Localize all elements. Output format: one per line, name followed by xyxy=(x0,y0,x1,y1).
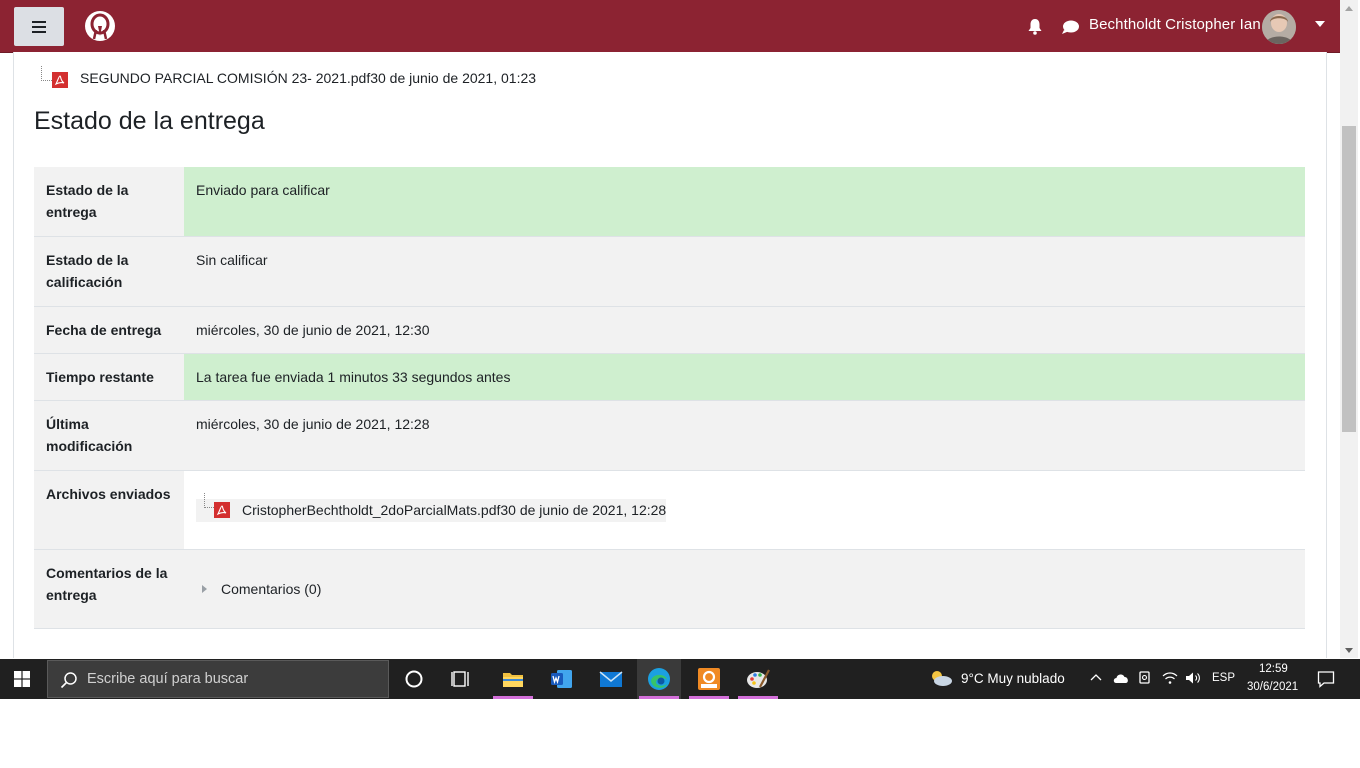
row-label: Estado de la entrega xyxy=(34,167,184,237)
comments-link[interactable]: Comentarios (0) xyxy=(221,578,321,600)
edge-icon[interactable] xyxy=(637,659,681,699)
language-indicator[interactable]: ESP xyxy=(1212,672,1235,684)
row-label: Comentarios de la entrega xyxy=(34,549,184,629)
submitted-file[interactable]: CristopherBechtholdt_2doParcialMats.pdf3… xyxy=(196,493,667,522)
top-file-date: 30 de junio de 2021, 01:23 xyxy=(370,70,537,86)
pdf-file-icon xyxy=(52,72,68,88)
row-label: Archivos enviados xyxy=(34,470,184,550)
word-icon[interactable] xyxy=(540,659,584,699)
top-navbar: Bechtholdt Cristopher Ian xyxy=(0,0,1340,53)
mail-icon[interactable] xyxy=(589,659,633,699)
grading-status-value: Sin calificar xyxy=(184,236,1305,307)
user-avatar[interactable] xyxy=(1262,10,1296,44)
windows-taskbar: Escribe aquí para buscar 9°C Muy nublado… xyxy=(0,659,1360,699)
search-placeholder[interactable]: Escribe aquí para buscar xyxy=(87,671,248,687)
submission-status-value: Enviado para calificar xyxy=(184,167,1305,237)
table-row: Comentarios de la entrega Comentarios (0… xyxy=(34,549,1305,629)
hamburger-menu-button[interactable] xyxy=(14,7,64,46)
row-label: Última modificación xyxy=(34,400,184,471)
app-active-indicator xyxy=(639,696,679,699)
submitted-file-name[interactable]: CristopherBechtholdt_2doParcialMats.pdf xyxy=(242,502,500,518)
clock-time[interactable]: 12:59 xyxy=(1259,663,1288,675)
cloudy-weather-icon[interactable] xyxy=(929,669,953,687)
row-label: Tiempo restante xyxy=(34,353,184,401)
scroll-up-arrow-icon[interactable] xyxy=(1345,6,1353,11)
search-icon xyxy=(60,672,77,689)
section-title: Estado de la entrega xyxy=(34,107,265,135)
table-row: Archivos enviados CristopherBechtholdt_2… xyxy=(34,470,1305,550)
scroll-thumb[interactable] xyxy=(1342,126,1356,432)
weather-text[interactable]: 9°C Muy nublado xyxy=(961,671,1065,686)
top-file-name[interactable]: SEGUNDO PARCIAL COMISIÓN 23- 2021.pdf xyxy=(80,70,370,86)
tree-connector xyxy=(41,66,52,81)
device-status-icon[interactable] xyxy=(1138,670,1152,686)
scroll-down-arrow-icon[interactable] xyxy=(1345,648,1353,653)
comments-cell: Comentarios (0) xyxy=(184,549,1305,629)
submitted-files-cell: CristopherBechtholdt_2doParcialMats.pdf3… xyxy=(184,470,1305,550)
comments-toggle[interactable]: Comentarios (0) xyxy=(196,578,1293,600)
volume-icon[interactable] xyxy=(1185,671,1201,685)
app-active-indicator xyxy=(689,696,729,699)
row-label: Fecha de entrega xyxy=(34,306,184,354)
table-row: Estado de la entrega Enviado para califi… xyxy=(34,167,1305,237)
action-center-notifications-icon[interactable] xyxy=(1317,670,1335,688)
messages-chat-icon[interactable] xyxy=(1061,20,1079,35)
expand-triangle-icon[interactable] xyxy=(202,585,207,593)
table-row: Última modificación miércoles, 30 de jun… xyxy=(34,400,1305,471)
user-menu-caret-icon[interactable] xyxy=(1315,21,1325,27)
page-scrollbar[interactable] xyxy=(1340,0,1358,658)
submitted-file-date: 30 de junio de 2021, 12:28 xyxy=(500,502,667,518)
show-hidden-icons-chevron-icon[interactable] xyxy=(1090,672,1102,682)
paint-icon[interactable] xyxy=(736,659,780,699)
app-active-indicator xyxy=(493,696,533,699)
notifications-bell-icon[interactable] xyxy=(1027,18,1043,35)
wifi-icon[interactable] xyxy=(1162,671,1178,685)
table-row: Tiempo restante La tarea fue enviada 1 m… xyxy=(34,353,1305,401)
task-view-icon[interactable] xyxy=(440,659,484,699)
site-logo-icon[interactable] xyxy=(84,10,116,42)
taskbar-search-box[interactable]: Escribe aquí para buscar xyxy=(47,660,389,698)
table-row: Fecha de entrega miércoles, 30 de junio … xyxy=(34,306,1305,354)
user-name[interactable]: Bechtholdt Cristopher Ian xyxy=(1089,16,1261,33)
pdf-file-icon xyxy=(214,502,230,518)
tree-connector xyxy=(204,493,214,508)
table-row: Estado de la calificación Sin calificar xyxy=(34,236,1305,307)
pdf-app-icon[interactable] xyxy=(687,659,731,699)
submission-status-table: Estado de la entrega Enviado para califi… xyxy=(34,167,1305,629)
row-label: Estado de la calificación xyxy=(34,236,184,307)
due-date-value: miércoles, 30 de junio de 2021, 12:30 xyxy=(184,306,1305,354)
time-remaining-value: La tarea fue enviada 1 minutos 33 segund… xyxy=(184,353,1305,401)
clock-date[interactable]: 30/6/2021 xyxy=(1247,681,1298,693)
file-explorer-icon[interactable] xyxy=(491,659,535,699)
app-active-indicator xyxy=(738,696,778,699)
onedrive-cloud-icon[interactable] xyxy=(1112,672,1130,684)
top-file-link[interactable]: SEGUNDO PARCIAL COMISIÓN 23- 2021.pdf30 … xyxy=(80,70,536,86)
cortana-icon[interactable] xyxy=(392,659,436,699)
last-modified-value: miércoles, 30 de junio de 2021, 12:28 xyxy=(184,400,1305,471)
windows-start-icon[interactable] xyxy=(14,671,30,687)
